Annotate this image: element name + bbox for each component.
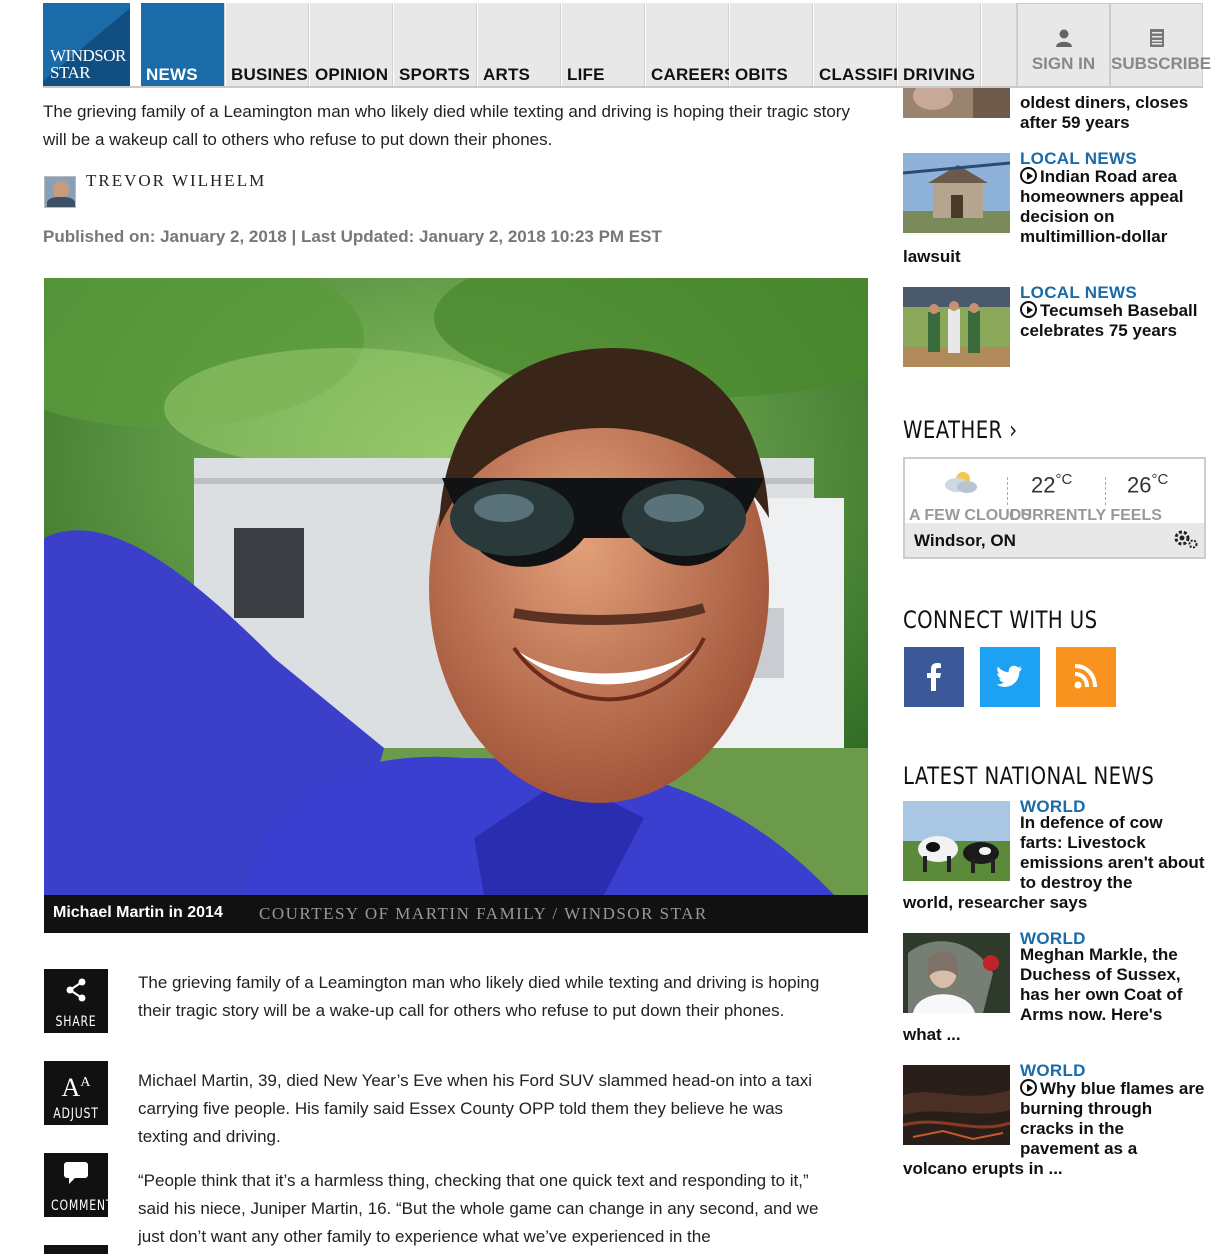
article-paragraph: The grieving family of a Leamington man … [138,973,820,1020]
article-paragraph: Michael Martin, 39, died New Year’s Eve … [138,1071,813,1146]
photo-illustration [44,278,868,895]
nav-item-sports[interactable]: SPORTS [393,3,477,87]
font-size-icon: AA [61,1073,91,1102]
play-icon [1020,301,1037,318]
story-title-text: Tecumseh Baseball celebrates 75 years [1020,301,1198,340]
feels-temp-value: 26 [1127,472,1152,498]
published-date: Published on: January 2, 2018 | Last Upd… [43,227,662,246]
play-icon [1020,167,1037,184]
story-title-text: Why blue flames are burning through crac… [1020,1079,1205,1158]
comment-button[interactable]: COMMENT [44,1153,114,1217]
story-title[interactable]: Why blue flames are burning through crac… [1020,1079,1205,1159]
story-category[interactable]: WORLD [1020,1061,1086,1081]
windsor-star-logo[interactable]: WINDSOR STAR [43,3,130,87]
share-icon [44,977,108,1010]
story-title[interactable]: In defence of cow farts: Livestock emiss… [1020,813,1205,893]
comment-label: COMMENT [51,1198,114,1214]
weather-divider [1105,477,1106,505]
story-title[interactable]: oldest diners, closes after 59 years [1020,93,1205,133]
photo-caption: Michael Martin in 2014 [53,904,223,921]
user-icon [1018,28,1109,53]
share-button[interactable]: SHARE [44,969,108,1033]
comment-icon [44,1161,108,1192]
story-title[interactable]: Meghan Markle, the Duchess of Sussex, ha… [1020,945,1205,1025]
story-category[interactable]: LOCAL NEWS [1020,149,1137,169]
article-photo[interactable] [44,278,868,895]
current-temperature: 22°C [1031,471,1072,498]
nav-item-classifieds[interactable]: CLASSIFIEDS [813,3,933,87]
author-name[interactable]: TREVOR WILHELM [86,171,266,191]
nav-item-obits[interactable]: OBITS [729,3,813,87]
subscribe-label: SUBSCRIBE [1111,54,1212,73]
nav-item-opinion[interactable]: OPINION [309,3,393,87]
nav-item-life[interactable]: LIFE [561,3,645,87]
top-nav: WINDSOR STAR NEWS BUSINESS OPINION SPORT… [0,0,1228,88]
nav-label: DRIVING [903,65,976,84]
photo-caption-bar: Michael Martin in 2014 COURTESY OF MARTI… [44,895,868,933]
play-icon [1020,1079,1037,1096]
nav-label: SPORTS [399,65,471,84]
twitter-icon[interactable] [980,647,1040,707]
story-title[interactable]: Tecumseh Baseball celebrates 75 years [1020,301,1205,341]
story-title-tail[interactable]: volcano erupts in ... [903,1159,1063,1179]
nav-item-driving[interactable]: DRIVING [897,3,981,87]
more-tool-button[interactable] [44,1245,108,1254]
weather-location: Windsor, ON [914,531,1016,550]
logo-line-1: WINDSOR [50,46,126,65]
story-title-tail[interactable]: what ... [903,1025,961,1045]
story-title-text: Indian Road area homeowners appeal decis… [1020,167,1184,246]
nav-label: BUSINESS [231,65,320,84]
nav-label: CAREERS [651,65,736,84]
connect-heading: CONNECT WITH US [903,606,1098,634]
nav-item-arts[interactable]: ARTS [477,3,561,87]
story-thumbnail[interactable] [903,1065,1010,1145]
nav-divider [43,86,1203,88]
story-thumbnail[interactable] [903,153,1010,233]
newspaper-icon [1111,28,1202,53]
national-news-heading: LATEST NATIONAL NEWS [903,762,1155,790]
story-thumbnail[interactable] [903,88,1010,118]
weather-heading-label: WEATHER [903,416,1003,444]
rss-icon[interactable] [1056,647,1116,707]
cloud-sun-icon [941,467,981,502]
nav-item-careers[interactable]: CAREERS [645,3,735,87]
article-intro: The grieving family of a Leamington man … [43,102,850,149]
subscribe-button[interactable]: SUBSCRIBE [1110,3,1212,87]
logo-line-2: STAR [50,63,91,82]
nav-item-more[interactable] [981,3,1017,87]
author-avatar[interactable] [44,176,76,208]
nav-item-news[interactable]: NEWS [140,3,225,87]
adjust-label: ADJUST [53,1106,99,1122]
adjust-text-button[interactable]: AA ADJUST [44,1061,108,1125]
nav-label: LIFE [567,65,605,84]
weather-location-bar: Windsor, ON [905,523,1204,557]
current-temp-value: 22 [1031,472,1056,498]
nav-item-business[interactable]: BUSINESS [225,3,319,87]
story-category[interactable]: LOCAL NEWS [1020,283,1137,303]
weather-divider [1007,477,1008,505]
sign-in-label: SIGN IN [1031,54,1096,73]
feels-like-temperature: 26°C [1127,471,1168,498]
weather-widget[interactable]: 22°C 26°C A FEW CLOUDS CURRENTLY FEELS W… [903,457,1206,559]
story-thumbnail[interactable] [903,801,1010,881]
settings-gear-icon[interactable] [1172,528,1198,555]
story-thumbnail[interactable] [903,933,1010,1013]
story-thumbnail[interactable] [903,287,1010,367]
article-paragraph: “People think that it’s a harmless thing… [138,1171,819,1246]
temp-unit: °C [1151,471,1169,488]
nav-label: OBITS [735,65,788,84]
story-title-tail[interactable]: world, researcher says [903,893,1087,913]
photo-credit: COURTESY OF MARTIN FAMILY / WINDSOR STAR [259,904,708,923]
temp-unit: °C [1055,471,1073,488]
facebook-icon[interactable] [904,647,964,707]
sign-in-button[interactable]: SIGN IN [1017,3,1110,87]
weather-heading[interactable]: WEATHER › [903,416,1018,444]
nav-label: OPINION [315,65,389,84]
nav-label: NEWS [146,65,198,84]
nav-label: ARTS [483,65,531,84]
story-title-tail[interactable]: lawsuit [903,247,961,267]
share-label: SHARE [55,1014,97,1030]
story-title[interactable]: Indian Road area homeowners appeal decis… [1020,167,1205,247]
